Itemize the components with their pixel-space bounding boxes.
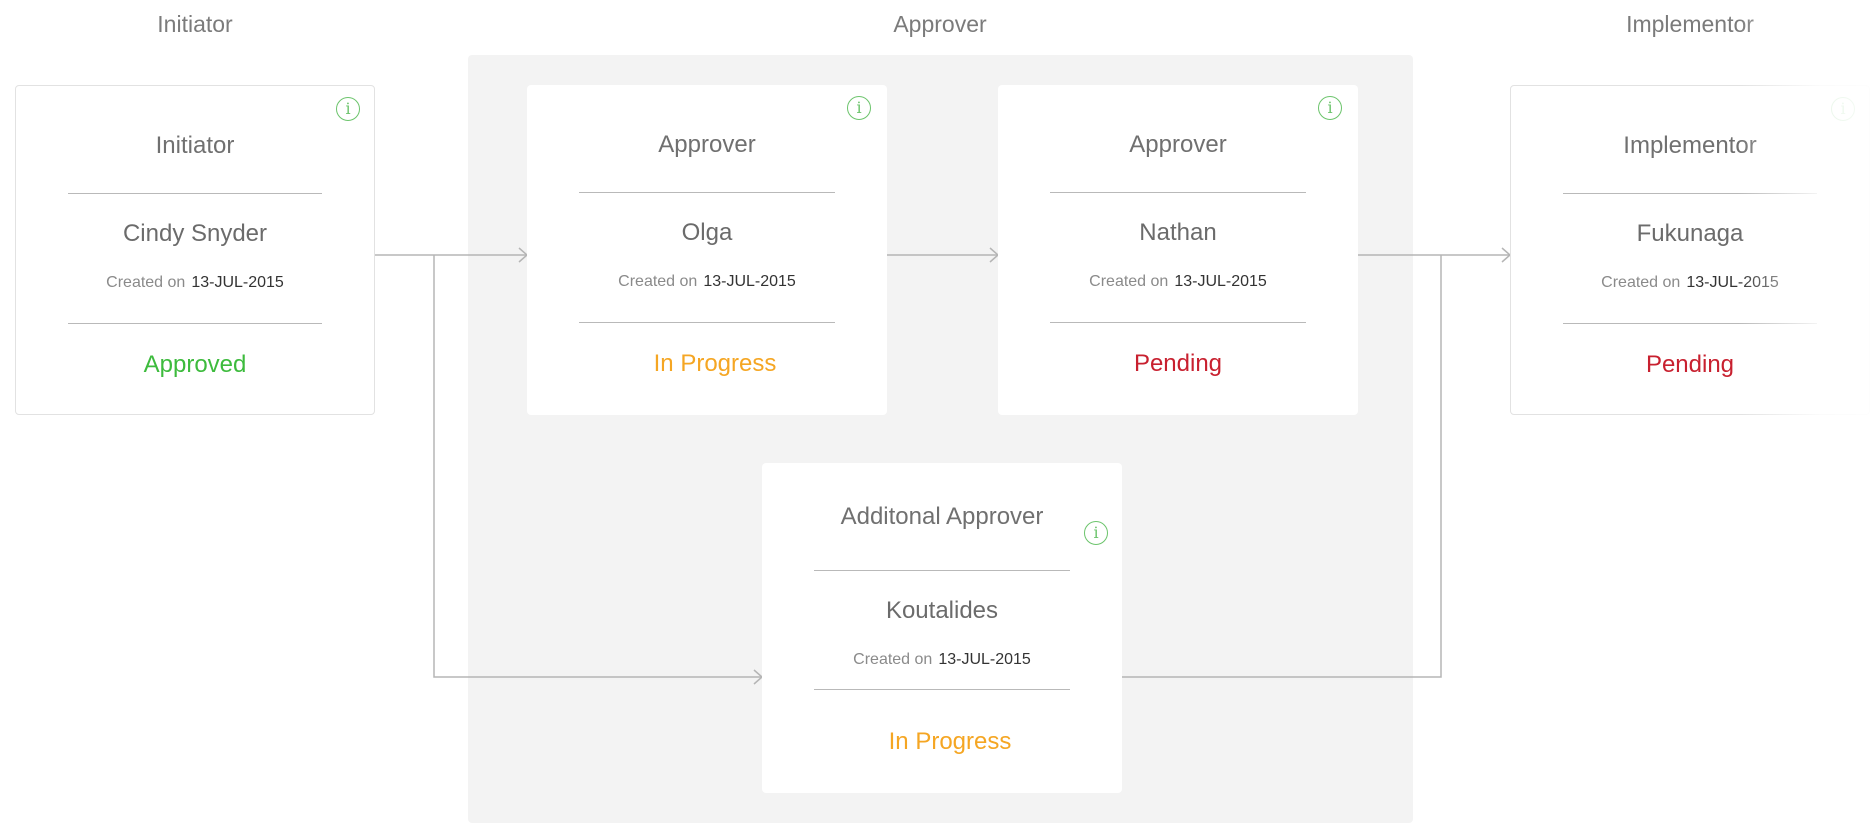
info-icon[interactable]: i xyxy=(847,96,871,120)
divider xyxy=(814,689,1070,690)
approver-card-nathan[interactable]: i Approver Nathan Created on 13-JUL-2015 … xyxy=(998,85,1358,415)
card-role: Approver xyxy=(1129,131,1227,158)
created-date: 13-JUL-2015 xyxy=(938,651,1031,668)
created-date: 13-JUL-2015 xyxy=(191,274,284,291)
card-created: Created on 13-JUL-2015 xyxy=(16,274,374,292)
divider xyxy=(579,192,835,193)
divider xyxy=(68,323,322,324)
divider xyxy=(1050,322,1306,323)
implementor-card[interactable]: i Implementor Fukunaga Created on 13-JUL-… xyxy=(1510,85,1870,415)
initiator-card[interactable]: i Initiator Cindy Snyder Created on 13-JU… xyxy=(15,85,375,415)
created-date: 13-JUL-2015 xyxy=(703,273,796,290)
status-approved: Approved xyxy=(143,351,247,378)
card-role: Approver xyxy=(658,131,756,158)
created-label: Created on xyxy=(853,651,933,668)
divider xyxy=(1563,193,1817,194)
created-label: Created on xyxy=(1089,273,1169,290)
divider xyxy=(68,193,322,194)
divider xyxy=(814,570,1070,571)
card-person: Fukunaga xyxy=(1636,220,1744,247)
card-role: Initiator xyxy=(155,132,235,159)
status-in-progress: In Progress xyxy=(888,728,1012,755)
card-person: Olga xyxy=(681,219,733,246)
divider xyxy=(579,322,835,323)
status-pending: Pending xyxy=(1645,351,1735,378)
created-date: 13-JUL-2015 xyxy=(1686,274,1779,291)
created-date: 13-JUL-2015 xyxy=(1174,273,1267,290)
created-label: Created on xyxy=(106,274,186,291)
card-person: Koutalides xyxy=(885,597,999,624)
status-pending: Pending xyxy=(1133,350,1223,377)
card-created: Created on 13-JUL-2015 xyxy=(1511,274,1869,292)
approver-card-olga[interactable]: i Approver Olga Created on 13-JUL-2015 In… xyxy=(527,85,887,415)
card-created: Created on 13-JUL-2015 xyxy=(998,273,1358,291)
status-in-progress: In Progress xyxy=(653,350,777,377)
info-icon[interactable]: i xyxy=(336,97,360,121)
card-created: Created on 13-JUL-2015 xyxy=(527,273,887,291)
info-icon[interactable]: i xyxy=(1831,97,1855,121)
card-created: Created on 13-JUL-2015 xyxy=(762,651,1122,669)
card-role: Additonal Approver xyxy=(840,503,1044,530)
info-icon[interactable]: i xyxy=(1318,96,1342,120)
created-label: Created on xyxy=(618,273,698,290)
divider xyxy=(1050,192,1306,193)
card-person: Cindy Snyder xyxy=(122,220,268,247)
card-person: Nathan xyxy=(1139,219,1217,246)
created-label: Created on xyxy=(1601,274,1681,291)
divider xyxy=(1563,323,1817,324)
card-role: Implementor xyxy=(1623,132,1757,159)
additional-approver-card[interactable]: i Additonal Approver Koutalides Created … xyxy=(762,463,1122,793)
